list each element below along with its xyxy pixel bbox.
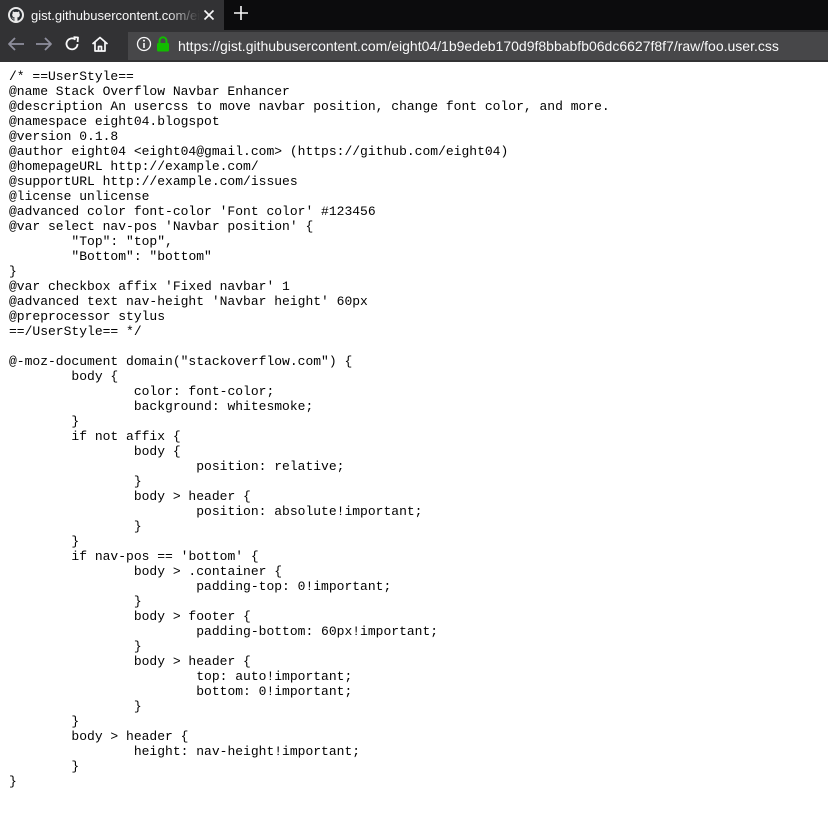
page-content: /* ==UserStyle== @name Stack Overflow Na… [0, 62, 828, 827]
close-icon[interactable] [200, 6, 218, 24]
home-button[interactable] [86, 32, 114, 60]
back-arrow-icon [7, 36, 25, 57]
home-icon [91, 36, 109, 57]
source-code: /* ==UserStyle== @name Stack Overflow Na… [9, 69, 610, 789]
navigation-toolbar: https://gist.githubusercontent.com/eight… [0, 30, 828, 62]
reload-button[interactable] [58, 32, 86, 60]
info-icon[interactable] [136, 36, 152, 57]
tab-title: gist.githubusercontent.com/eight04/1b9ed… [31, 7, 200, 23]
github-icon [8, 7, 24, 23]
reload-icon [64, 35, 80, 57]
back-button[interactable] [2, 32, 30, 60]
forward-arrow-icon [35, 36, 53, 57]
new-tab-button[interactable] [226, 0, 256, 30]
url-bar[interactable]: https://gist.githubusercontent.com/eight… [128, 32, 828, 60]
active-tab[interactable]: gist.githubusercontent.com/eight04/1b9ed… [0, 0, 224, 30]
forward-button[interactable] [30, 32, 58, 60]
lock-icon[interactable] [156, 35, 170, 57]
tab-strip: gist.githubusercontent.com/eight04/1b9ed… [0, 0, 828, 30]
plus-icon [233, 5, 249, 26]
url-text[interactable]: https://gist.githubusercontent.com/eight… [178, 38, 779, 54]
